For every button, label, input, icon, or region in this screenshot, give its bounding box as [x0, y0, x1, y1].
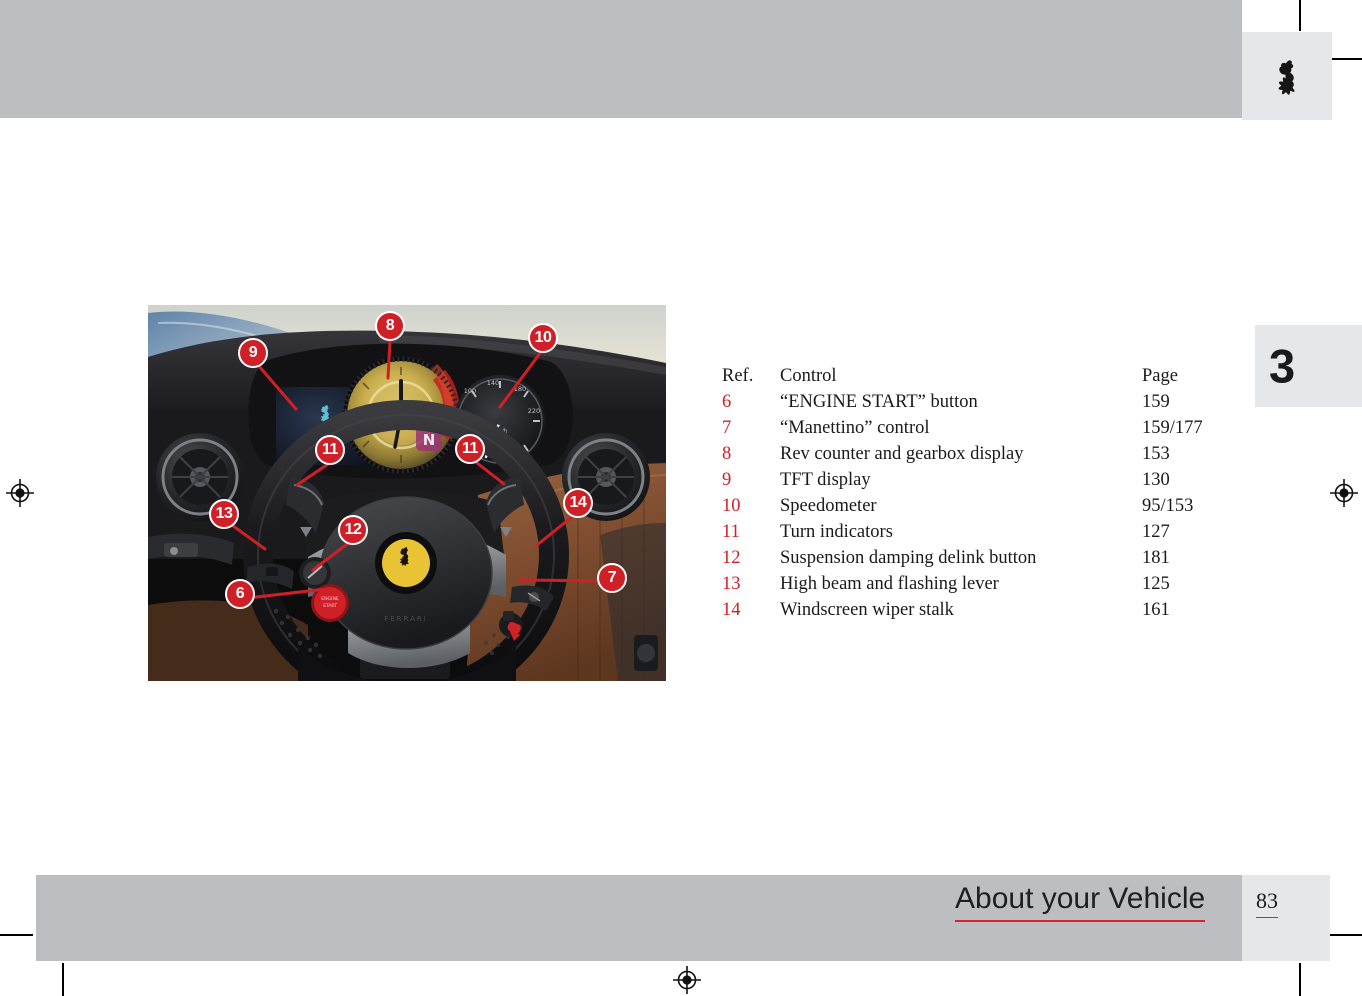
header-control: Control	[780, 366, 837, 386]
row-page: 153	[1142, 444, 1170, 464]
row-ref: 8	[722, 444, 732, 464]
chapter-tab[interactable]: 3	[1255, 325, 1362, 407]
row-ref: 9	[722, 470, 732, 490]
chapter-number: 3	[1269, 339, 1296, 393]
row-page: 161	[1142, 600, 1170, 620]
row-page: 125	[1142, 574, 1170, 594]
callout-badge-13[interactable]: 13	[209, 499, 239, 529]
row-ref: 14	[722, 600, 741, 620]
table-row: 10 Speedometer 95/153	[722, 493, 1242, 519]
callout-badge-10[interactable]: 10	[528, 323, 558, 353]
table-row: 7 “Manettino” control 159/177	[722, 415, 1242, 441]
header-band	[0, 0, 1242, 118]
row-control: High beam and flashing lever	[780, 574, 999, 594]
callout-badge-9[interactable]: 9	[238, 338, 268, 368]
row-page: 159	[1142, 392, 1170, 412]
table-row: 11 Turn indicators 127	[722, 519, 1242, 545]
table-row: 14 Windscreen wiper stalk 161	[722, 597, 1242, 623]
row-page: 181	[1142, 548, 1170, 568]
page-number: 83	[1256, 888, 1278, 918]
row-control: Speedometer	[780, 496, 877, 516]
table-row: 13 High beam and flashing lever 125	[722, 571, 1242, 597]
legend-table: Ref. Control Page 6 “ENGINE START” butto…	[722, 363, 1242, 623]
row-ref: 12	[722, 548, 741, 568]
row-control: TFT display	[780, 470, 871, 490]
callout-badge-11-right[interactable]: 11	[455, 434, 485, 464]
row-ref: 7	[722, 418, 732, 438]
row-page: 130	[1142, 470, 1170, 490]
row-page: 127	[1142, 522, 1170, 542]
callout-badge-11-left[interactable]: 11	[315, 435, 345, 465]
crop-mark-top-right-v	[1299, 0, 1301, 31]
registration-mark-left	[6, 479, 34, 507]
legend-table-body: 6 “ENGINE START” button 159 7 “Manettino…	[722, 389, 1242, 623]
row-control: Suspension damping delink button	[780, 548, 1037, 568]
row-ref: 6	[722, 392, 732, 412]
row-page: 159/177	[1142, 418, 1203, 438]
footer-section-title: About your Vehicle	[955, 882, 1206, 922]
registration-mark-right	[1330, 479, 1358, 507]
row-control: Turn indicators	[780, 522, 893, 542]
crop-mark-bottom-right-h	[1330, 934, 1362, 936]
crop-mark-top-right-h	[1330, 58, 1362, 60]
legend-table-head: Ref. Control Page	[722, 363, 1242, 389]
header-ref: Ref.	[722, 366, 754, 386]
row-ref: 13	[722, 574, 741, 594]
manual-page: 3 N 100 140 180 220 60 km/h FERRARI ENGI…	[0, 0, 1362, 996]
crop-mark-bottom-left-h	[0, 934, 33, 936]
callout-badge-7[interactable]: 7	[597, 563, 627, 593]
callout-badge-14[interactable]: 14	[563, 488, 593, 518]
ferrari-prancing-horse-icon	[1278, 60, 1295, 95]
row-ref: 10	[722, 496, 741, 516]
table-row: 12 Suspension damping delink button 181	[722, 545, 1242, 571]
row-control: “Manettino” control	[780, 418, 930, 438]
crop-mark-bottom-left-v	[62, 963, 64, 996]
header-logo-box	[1242, 32, 1332, 120]
table-row: 9 TFT display 130	[722, 467, 1242, 493]
table-row: 8 Rev counter and gearbox display 153	[722, 441, 1242, 467]
controls-legend-table: Ref. Control Page 6 “ENGINE START” butto…	[722, 363, 1242, 623]
crop-mark-bottom-right-v	[1299, 963, 1301, 996]
row-page: 95/153	[1142, 496, 1194, 516]
row-control: “ENGINE START” button	[780, 392, 978, 412]
row-ref: 11	[722, 522, 740, 542]
table-header-row: Ref. Control Page	[722, 363, 1242, 389]
header-page: Page	[1142, 366, 1178, 386]
table-row: 6 “ENGINE START” button 159	[722, 389, 1242, 415]
row-control: Windscreen wiper stalk	[780, 600, 954, 620]
registration-mark-bottom	[673, 966, 701, 994]
row-control: Rev counter and gearbox display	[780, 444, 1024, 464]
callout-badge-12[interactable]: 12	[338, 515, 368, 545]
callout-badge-8[interactable]: 8	[375, 311, 405, 341]
callout-badge-6[interactable]: 6	[225, 579, 255, 609]
